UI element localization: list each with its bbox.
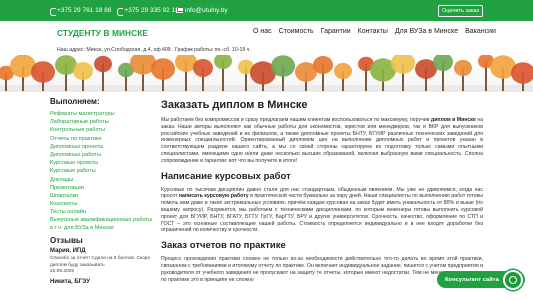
chat-bubble-icon (509, 276, 517, 284)
service-link[interactable]: Конспекты (50, 200, 154, 208)
service-link[interactable]: Презентации (50, 184, 154, 192)
service-link[interactable]: Шпаргалки (50, 192, 154, 200)
service-link[interactable]: Дипломные проекты (50, 143, 154, 151)
services-list: Рефераты магистратуры Лабораторные работ… (50, 110, 154, 232)
review-date: 22.08.2025 (50, 269, 75, 275)
consultant-label[interactable]: Консультант сайта (445, 277, 499, 283)
service-link[interactable]: Рефераты магистратуры (50, 110, 154, 118)
service-link[interactable]: Доклады (50, 176, 154, 184)
service-link[interactable]: Курсовые проекты (50, 159, 154, 167)
phone-1[interactable]: +375 29 761 18 88 (50, 7, 111, 16)
nav-item-contacts[interactable]: Контакты (358, 28, 388, 35)
service-link[interactable]: Курсовые работы (50, 167, 154, 175)
header: СТУДЕНТУ В МИНСКЕ О нас Стоимость Гарант… (0, 21, 533, 44)
service-link[interactable]: Лабораторные работы (50, 118, 154, 126)
service-link[interactable]: в т.ч. для ВУЗа в Минске (50, 224, 154, 232)
reviews-heading: Отзывы (50, 236, 83, 246)
address-line: Наш адрес: Минск, ул.Слободская, д.4, оф… (57, 47, 251, 53)
service-link[interactable]: Выпускные квалификационные работы (50, 217, 154, 225)
services-heading: Выполняем: (50, 97, 100, 106)
section-heading-course: Написание курсовых работ (161, 170, 291, 182)
review-author: Никита, БГЭУ (50, 279, 91, 286)
phone-2-text[interactable]: +375 29 335 92 18 (124, 7, 178, 14)
reviews-section: Отзывы Мария, ИПД Спасибо за отчет! Сдал… (50, 236, 154, 285)
sidebar: Выполняем: Рефераты магистратуры Лаборат… (50, 97, 154, 285)
main-nav: О нас Стоимость Гарантии Контакты Для ВУ… (253, 28, 496, 35)
para-bold: диплом в Минске (430, 117, 476, 123)
para-text: на заказ. Наши авторы выполняют как обыч… (161, 117, 483, 164)
email-text[interactable]: info@utulny.by (185, 7, 228, 14)
service-link[interactable]: Контрольные работы (50, 126, 154, 134)
envelope-icon (176, 8, 183, 13)
phone-contacts: +375 29 761 18 88 +375 29 335 92 18 (50, 7, 179, 16)
chat-icon[interactable] (503, 270, 523, 290)
phone-icon (50, 7, 56, 16)
trees-banner (0, 55, 533, 92)
top-bar: +375 29 761 18 88 +375 29 335 92 18 info… (0, 0, 533, 21)
nav-item-vacancies[interactable]: Вакансии (465, 28, 496, 35)
intro-paragraph: Мы работаем без компромиссов и сразу пре… (161, 117, 483, 165)
email-contact[interactable]: info@utulny.by (176, 7, 228, 14)
phone-1-text[interactable]: +375 29 761 18 88 (57, 7, 111, 14)
review-author: Мария, ИПД (50, 248, 86, 255)
report-paragraph: Процесс прохождения практики сложен не т… (161, 256, 483, 283)
main-content: Заказать диплом в Минске Мы работаем без… (161, 99, 483, 283)
service-link[interactable]: Отчеты по практике (50, 135, 154, 143)
para-text: Мы работаем без компромиссов и сразу пре… (161, 117, 431, 123)
order-estimate-button[interactable]: Оценить заказ (438, 5, 483, 17)
nav-item-pricing[interactable]: Стоимость (279, 28, 314, 35)
nav-item-for-university[interactable]: Для ВУЗа в Минске (395, 28, 458, 35)
nav-item-guarantees[interactable]: Гарантии (321, 28, 351, 35)
review-text: Спасибо за отчет! Сдала на 8 баллов. Ско… (50, 256, 151, 268)
phone-icon (117, 7, 124, 16)
para-bold: написать курсовую работу (178, 193, 249, 200)
page-title: Заказать диплом в Минске (161, 99, 308, 111)
para-text: в практической части буквально за пару д… (161, 193, 483, 234)
nav-item-about[interactable]: О нас (253, 28, 272, 35)
site-logo[interactable]: СТУДЕНТУ В МИНСКЕ (57, 28, 148, 38)
service-link[interactable]: Тесты онлайн (50, 208, 154, 216)
phone-2[interactable]: +375 29 335 92 18 (117, 7, 179, 16)
section-heading-report: Заказ отчетов по практике (161, 240, 286, 252)
autumn-trees-illustration (0, 55, 533, 92)
course-paragraph: Курсовые по тысячам дисциплин давно стал… (161, 187, 483, 235)
service-link[interactable]: Дипломные работы (50, 151, 154, 159)
